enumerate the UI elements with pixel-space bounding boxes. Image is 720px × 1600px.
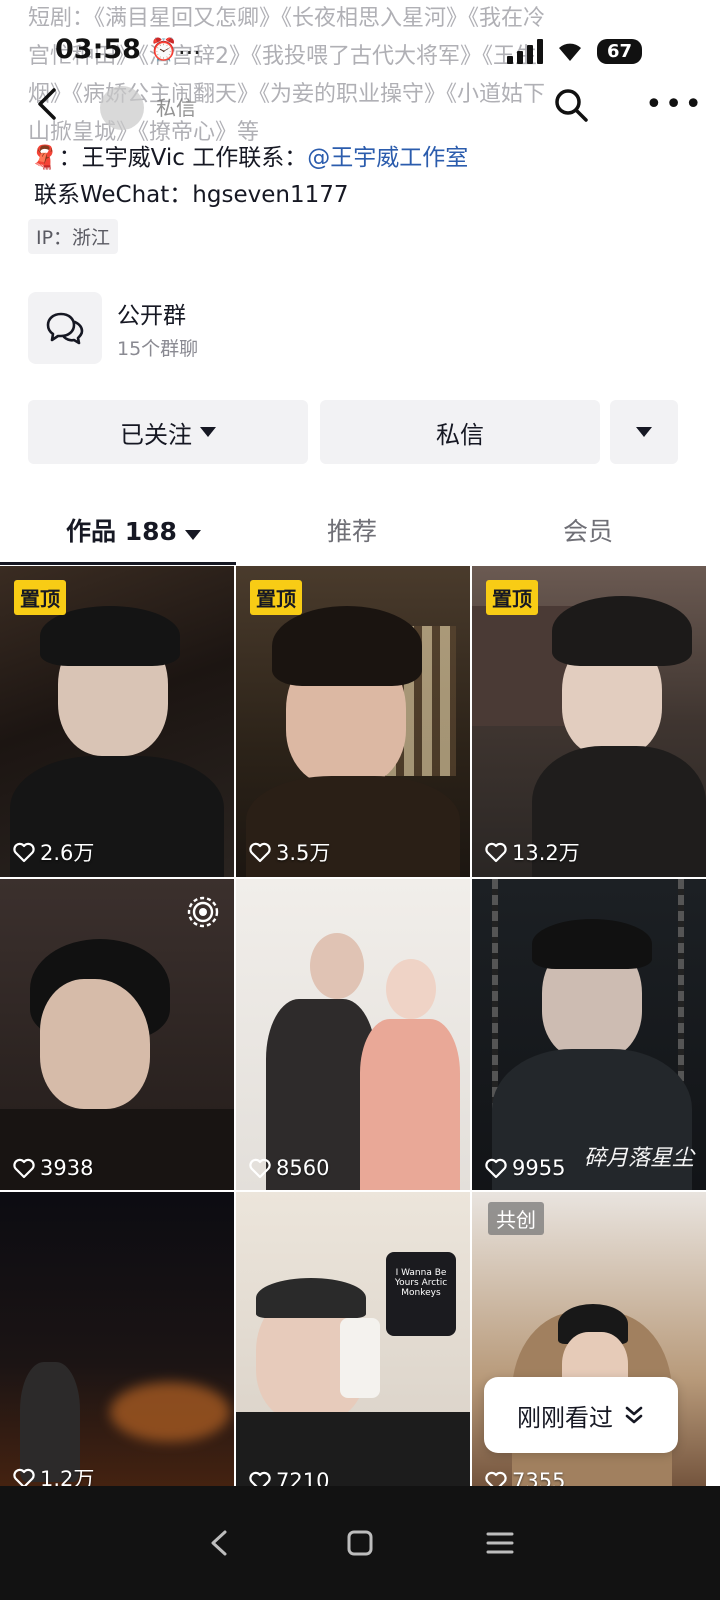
- thumbnail-figure: [40, 979, 150, 1109]
- thumbnail-hair: [552, 596, 692, 666]
- live-icon: [187, 896, 219, 928]
- nav-recents-icon[interactable]: [483, 1526, 517, 1560]
- system-navigation-bar: [0, 1486, 720, 1600]
- tab-works-label: 作品 188: [66, 517, 177, 546]
- recently-viewed-button[interactable]: 刚刚看过: [484, 1377, 678, 1453]
- like-count-value: 9955: [512, 1156, 566, 1180]
- like-count: 3938: [12, 1156, 93, 1180]
- double-chevron-down-icon: [625, 1406, 643, 1424]
- like-count: 7355: [484, 1469, 565, 1486]
- like-count: 2.6万: [12, 837, 94, 867]
- pinned-badge: 置顶: [486, 580, 538, 615]
- like-count: 13.2万: [484, 837, 580, 867]
- status-icons: 67: [506, 38, 642, 64]
- like-count-value: 13.2万: [512, 841, 580, 865]
- caret-down-icon: [184, 530, 201, 540]
- like-count-value: 7210: [276, 1469, 330, 1486]
- thumbnail-figure: [310, 933, 364, 999]
- video-thumbnail[interactable]: 8560: [236, 879, 470, 1190]
- group-chat-button[interactable]: [28, 292, 102, 364]
- heart-icon: [13, 1158, 35, 1179]
- heart-icon: [249, 1471, 271, 1486]
- pinned-badge: 置顶: [14, 580, 66, 615]
- status-time: 03:58: [55, 34, 141, 65]
- like-count-value: 2.6万: [40, 841, 95, 865]
- ip-location-tag: IP：浙江: [28, 219, 119, 254]
- like-count: 8560: [248, 1156, 329, 1180]
- thumbnail-cap: [256, 1278, 366, 1318]
- calligraphy-title: 碎月落星尘: [583, 1146, 694, 1171]
- battery-icon: 67: [596, 38, 642, 64]
- more-options-dropdown[interactable]: [610, 400, 678, 464]
- video-thumbnail[interactable]: 置顶 3.5万: [236, 566, 470, 877]
- like-count-value: 1.2万: [40, 1467, 95, 1486]
- like-count-value: 7355: [512, 1469, 566, 1486]
- signal-icon: [506, 38, 543, 64]
- avatar[interactable]: [100, 86, 144, 130]
- like-count-value: 3938: [40, 1156, 94, 1180]
- like-count-value: 3.5万: [276, 841, 331, 865]
- wechat-line: 联系WeChat：hgseven1177: [34, 182, 349, 208]
- video-thumbnail[interactable]: 置顶 2.6万: [0, 566, 234, 877]
- caret-down-icon: [636, 427, 652, 437]
- video-thumbnail[interactable]: 置顶 13.2万: [472, 566, 706, 877]
- like-count: 7210: [248, 1469, 329, 1486]
- thumbnail-dress: [360, 1019, 460, 1190]
- tab-recommend[interactable]: 推荐: [327, 512, 377, 548]
- like-count-value: 8560: [276, 1156, 330, 1180]
- nav-back-icon[interactable]: [203, 1526, 237, 1560]
- alarm-icon: ⏰: [150, 38, 178, 63]
- header-dm-label[interactable]: 私信: [156, 92, 196, 121]
- collab-badge: 共创: [488, 1202, 544, 1235]
- group-title[interactable]: 公开群: [117, 296, 186, 330]
- caret-down-icon: [200, 427, 216, 437]
- thumbnail-campfire-glow: [110, 1382, 230, 1442]
- video-thumbnail[interactable]: 3938: [0, 879, 234, 1190]
- video-thumbnail[interactable]: I Wanna Be Yours Arctic Monkeys 7210: [236, 1192, 470, 1486]
- wifi-icon: [558, 43, 581, 61]
- back-icon[interactable]: [28, 84, 68, 124]
- like-count: 9955: [484, 1156, 565, 1180]
- nav-home-icon[interactable]: [343, 1526, 377, 1560]
- heart-icon: [485, 1471, 507, 1486]
- search-icon[interactable]: [552, 86, 590, 124]
- video-thumbnail[interactable]: 1.2万: [0, 1192, 234, 1486]
- chat-bubbles-icon: [46, 312, 84, 345]
- scarf-icon: 🧣: [30, 145, 59, 171]
- thumbnail-hair: [272, 606, 422, 686]
- heart-icon: [249, 842, 271, 863]
- contact-text: ：王宇威Vic 工作联系：: [58, 145, 308, 171]
- video-thumbnail[interactable]: 碎月落星尘 9955: [472, 879, 706, 1190]
- message-label: 私信: [436, 420, 484, 449]
- more-icon[interactable]: •••: [645, 90, 704, 120]
- studio-link[interactable]: @王宇威工作室: [307, 145, 468, 171]
- music-sticker: I Wanna Be Yours Arctic Monkeys: [386, 1252, 456, 1336]
- heart-icon: [485, 1158, 507, 1179]
- heart-icon: [13, 842, 35, 863]
- contact-line: 🧣：王宇威Vic 工作联系：@王宇威工作室: [30, 138, 468, 172]
- group-count: 15个群聊: [117, 338, 199, 360]
- heart-icon: [13, 1468, 35, 1486]
- like-count: 3.5万: [248, 837, 330, 867]
- status-more-indicator: ...: [178, 32, 201, 60]
- recently-viewed-label: 刚刚看过: [517, 1403, 613, 1432]
- active-tab-indicator: [0, 562, 236, 565]
- following-button[interactable]: 已关注: [28, 400, 308, 464]
- thumbnail-phone: [340, 1318, 380, 1398]
- like-count: 1.2万: [12, 1463, 94, 1486]
- heart-icon: [249, 1158, 271, 1179]
- tab-membership[interactable]: 会员: [563, 512, 613, 548]
- video-grid: 置顶 2.6万 置顶 3.5万 置顶 13.2万 3938 8560 碎月落星尘…: [0, 566, 706, 1486]
- heart-icon: [485, 842, 507, 863]
- pinned-badge: 置顶: [250, 580, 302, 615]
- thumbnail-hair: [40, 606, 180, 666]
- following-label: 已关注: [120, 420, 192, 449]
- bio-line: 短剧：《满目星回又怎卿》《长夜相思入星河》《我在冷: [28, 6, 546, 31]
- thumbnail-figure: [386, 959, 436, 1019]
- message-button[interactable]: 私信: [320, 400, 600, 464]
- tab-works[interactable]: 作品 188: [66, 512, 201, 548]
- thumbnail-hair: [532, 919, 652, 969]
